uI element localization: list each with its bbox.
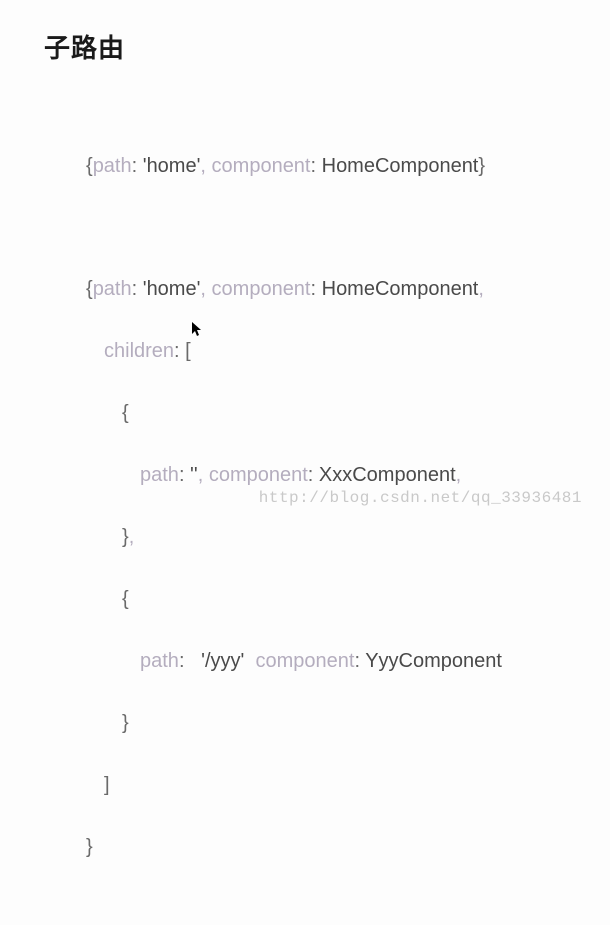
comma: , (478, 278, 484, 300)
code-block: {path: 'home', component: HomeComponent}… (86, 120, 502, 925)
brace: { (122, 588, 129, 610)
key-children: children (104, 340, 174, 362)
val-yyycomponent: YyyComponent (360, 650, 502, 672)
comma: , (129, 526, 135, 548)
code-line: } (86, 708, 502, 739)
code-line: path: '/yyy' component: YyyComponent (86, 646, 502, 677)
brace: { (86, 155, 93, 177)
val-homecomponent: HomeComponent (316, 278, 478, 300)
comma: , (456, 464, 462, 486)
code-line: } (86, 832, 502, 863)
brace: } (122, 526, 129, 548)
watermark-text: http://blog.csdn.net/qq_33936481 (259, 489, 582, 507)
val-homecomponent: HomeComponent (316, 155, 478, 177)
brace: { (86, 278, 93, 300)
key-component: , component (200, 155, 310, 177)
brace: } (122, 712, 129, 734)
code-block-2: {path: 'home', component: HomeComponent,… (86, 243, 502, 894)
key-path: path (93, 155, 132, 177)
key-path: path (140, 464, 179, 486)
val-home: 'home' (137, 155, 200, 177)
bracket: ] (104, 774, 110, 796)
code-line-1: {path: 'home', component: HomeComponent} (86, 151, 502, 182)
code-line: }, (86, 522, 502, 553)
key-path: path (93, 278, 132, 300)
val-empty: '' (185, 464, 198, 486)
key-component: component (244, 650, 354, 672)
val-xxxcomponent: XxxComponent (313, 464, 455, 486)
brace: } (478, 155, 485, 177)
section-heading: 子路由 (44, 28, 125, 65)
brace: } (86, 836, 93, 858)
key-path: path (140, 650, 179, 672)
val-yyy: '/yyy' (185, 650, 245, 672)
bracket: [ (180, 340, 191, 362)
code-line: children: [ (86, 336, 502, 367)
key-component: , component (198, 464, 308, 486)
brace: { (122, 402, 129, 424)
code-line: ] (86, 770, 502, 801)
code-line: { (86, 584, 502, 615)
code-line: { (86, 398, 502, 429)
key-component: , component (200, 278, 310, 300)
code-line: {path: 'home', component: HomeComponent, (86, 274, 502, 305)
val-home: 'home' (137, 278, 200, 300)
code-line: path: '', component: XxxComponent, (86, 460, 502, 491)
